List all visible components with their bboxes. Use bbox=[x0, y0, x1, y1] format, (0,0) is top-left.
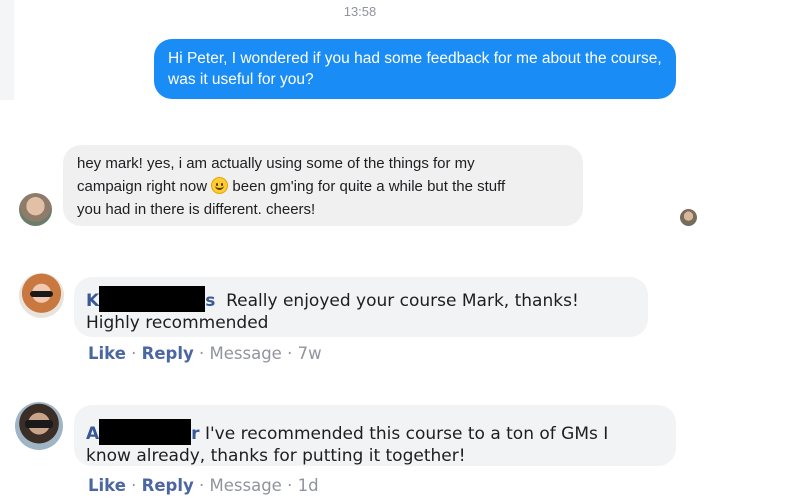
incoming-message-line-1: hey mark! yes, i am actually using some … bbox=[77, 155, 475, 172]
comment-bubble-2: Ar I've recommended this course to a ton… bbox=[74, 405, 676, 466]
redacted-name-block bbox=[99, 286, 206, 312]
comment-text-1a: Really enjoyed your course Mark, thanks! bbox=[226, 291, 579, 311]
seen-indicator-avatar bbox=[680, 209, 697, 226]
incoming-message-line-2a: campaign right now bbox=[77, 178, 212, 195]
comment-bubble-1: Ks Really enjoyed your course Mark, than… bbox=[74, 277, 648, 337]
comment-age: 7w bbox=[297, 344, 322, 363]
comment-text-2b: know already, thanks for putting it toge… bbox=[86, 446, 466, 466]
commenter-name-2[interactable]: Ar bbox=[86, 419, 200, 445]
incoming-message-line-3: you had in there is different. cheers! bbox=[77, 201, 316, 218]
comment-age: 1d bbox=[297, 476, 319, 495]
outgoing-message-bubble[interactable]: Hi Peter, I wondered if you had some fee… bbox=[154, 39, 676, 99]
comment-actions-1: Like · Reply · Message · 7w bbox=[88, 344, 322, 363]
comment-text-1b: Highly recommended bbox=[86, 313, 269, 333]
message-link[interactable]: Message bbox=[210, 344, 282, 363]
outgoing-message-text: Hi Peter, I wondered if you had some fee… bbox=[168, 50, 662, 88]
redacted-name-block bbox=[99, 419, 192, 445]
reply-link[interactable]: Reply bbox=[142, 476, 194, 495]
like-link[interactable]: Like bbox=[88, 476, 126, 495]
incoming-message-line-2b: been gm'ing for quite a while but the st… bbox=[228, 178, 506, 195]
message-timestamp: 13:58 bbox=[343, 4, 377, 19]
sender-avatar[interactable] bbox=[19, 193, 52, 226]
reply-link[interactable]: Reply bbox=[142, 344, 194, 363]
message-link[interactable]: Message bbox=[210, 476, 282, 495]
commenter-avatar-1[interactable] bbox=[19, 273, 64, 318]
incoming-message-bubble[interactable]: hey mark! yes, i am actually using some … bbox=[63, 145, 583, 226]
smiley-emoji-icon bbox=[211, 177, 229, 194]
comment-text-2a: I've recommended this course to a ton of… bbox=[204, 424, 609, 444]
commenter-name-1[interactable]: Ks bbox=[86, 286, 215, 312]
comment-actions-2: Like · Reply · Message · 1d bbox=[88, 476, 319, 495]
commenter-avatar-2[interactable] bbox=[15, 402, 63, 450]
like-link[interactable]: Like bbox=[88, 344, 126, 363]
